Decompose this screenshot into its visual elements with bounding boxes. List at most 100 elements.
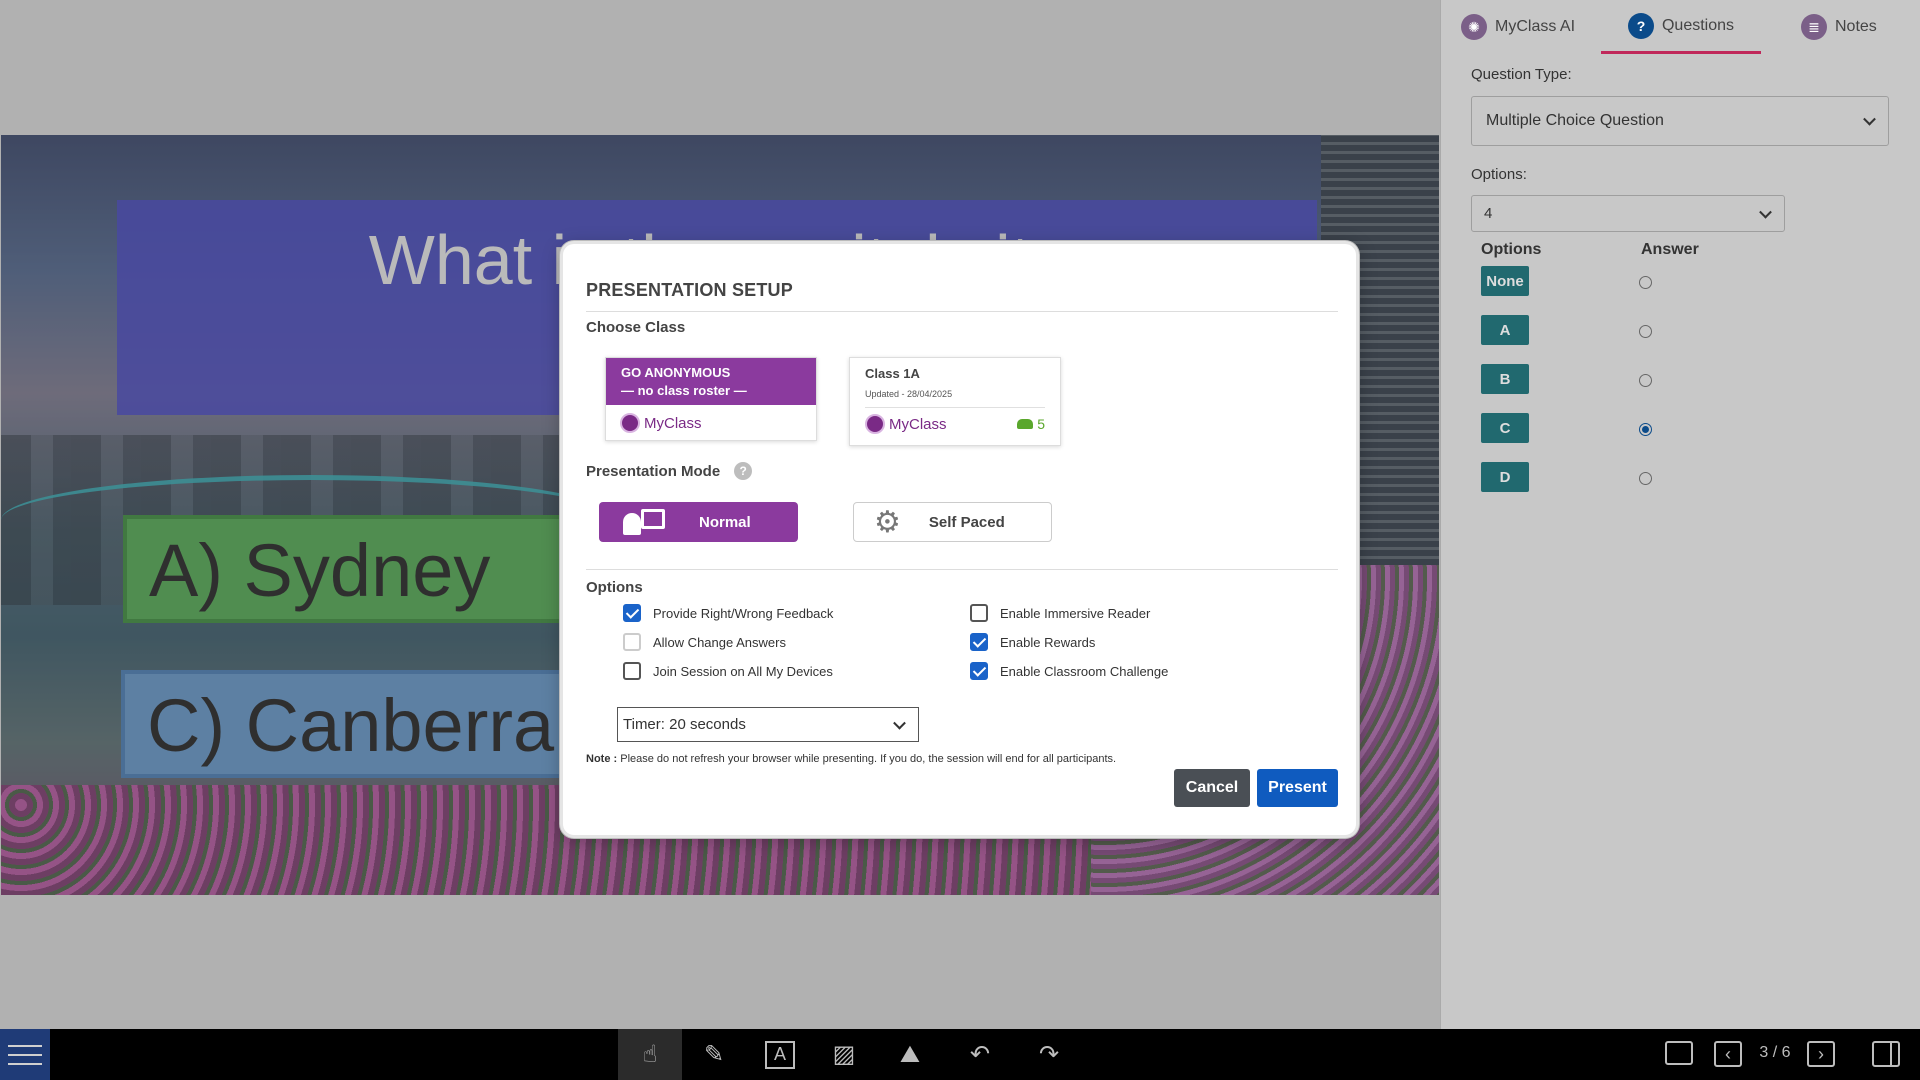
page-indicator: 3 / 6 xyxy=(1759,1044,1791,1061)
chevron-down-icon xyxy=(893,716,906,730)
option-chip-none[interactable]: None xyxy=(1481,266,1529,296)
options-count-label: Options: xyxy=(1471,166,1527,183)
question-type-value: Multiple Choice Question xyxy=(1486,112,1664,129)
options-count-select[interactable]: 4 xyxy=(1471,195,1785,232)
option-join-all-devices[interactable]: Join Session on All My Devices xyxy=(623,662,833,680)
bottom-toolbar: ☝ ✎ A ▨ ⛰ ↶ ↷ ‹ 3 / 6 › xyxy=(0,1029,1920,1080)
class-card-anonymous[interactable]: GO ANONYMOUS — no class roster — MyClass xyxy=(605,357,817,441)
checkbox[interactable] xyxy=(970,604,988,622)
select-tool-button[interactable]: ☝ xyxy=(618,1029,682,1080)
presenter-screen xyxy=(641,509,665,529)
undo-button[interactable]: ↶ xyxy=(948,1029,1012,1080)
answer-column-header: Answer xyxy=(1641,241,1699,258)
checkbox[interactable] xyxy=(970,633,988,651)
option-right-wrong-feedback[interactable]: Provide Right/Wrong Feedback xyxy=(623,604,833,622)
class-card-class-1a[interactable]: Class 1A Updated - 28/04/2025 MyClass 5 xyxy=(849,357,1061,446)
timer-value: Timer: 20 seconds xyxy=(623,716,746,733)
dialog-title: PRESENTATION SETUP xyxy=(586,280,793,300)
mode-normal-button[interactable]: Normal xyxy=(599,502,798,542)
redo-button[interactable]: ↷ xyxy=(1017,1029,1081,1080)
anonymous-subtitle: — no class roster — xyxy=(621,383,747,398)
tab-label: MyClass AI xyxy=(1495,18,1576,35)
pointer-icon: ☝ xyxy=(642,1041,658,1068)
presenter-icon xyxy=(623,507,665,537)
class-name: Class 1A xyxy=(865,366,920,381)
tab-notes[interactable]: ≣ Notes xyxy=(1801,0,1911,54)
tab-label: Notes xyxy=(1835,18,1877,35)
mode-self-paced-label: Self Paced xyxy=(928,513,1005,531)
options-heading: Options xyxy=(586,579,643,596)
option-chip-a[interactable]: A xyxy=(1481,315,1529,345)
background-tool-button[interactable]: ⛰ xyxy=(878,1029,942,1080)
undo-icon: ↶ xyxy=(969,1041,991,1068)
checkbox[interactable] xyxy=(970,662,988,680)
chevron-down-icon xyxy=(1863,112,1876,126)
panel-toggle-icon[interactable] xyxy=(1872,1041,1900,1067)
myclass-logo-icon xyxy=(620,413,640,433)
answer-radio-b[interactable] xyxy=(1639,374,1652,387)
image-tool-button[interactable]: ▨ xyxy=(812,1029,876,1080)
brand-name: MyClass xyxy=(889,415,947,433)
note-label: Note : xyxy=(586,753,618,765)
option-classroom-challenge[interactable]: Enable Classroom Challenge xyxy=(970,662,1168,680)
option-chip-d[interactable]: D xyxy=(1481,462,1529,492)
options-column-header: Options xyxy=(1481,241,1542,258)
tab-questions[interactable]: ? Questions xyxy=(1601,0,1761,54)
people-icon xyxy=(1017,419,1034,429)
panel-tabs: ✺ MyClass AI ? Questions ≣ Notes xyxy=(1441,0,1920,54)
next-slide-button[interactable]: › xyxy=(1807,1041,1835,1067)
pen-tool-button[interactable]: ✎ xyxy=(682,1029,746,1080)
answer-radio-d[interactable] xyxy=(1639,472,1652,485)
menu-button[interactable] xyxy=(0,1029,50,1080)
checkbox[interactable] xyxy=(623,662,641,680)
answer-radio-c[interactable] xyxy=(1639,423,1652,436)
option-label: Enable Classroom Challenge xyxy=(1000,663,1169,679)
answer-radio-a[interactable] xyxy=(1639,325,1652,338)
checkbox[interactable] xyxy=(623,604,641,622)
slides-overview-icon[interactable] xyxy=(1665,1041,1693,1065)
question-type-label: Question Type: xyxy=(1471,66,1572,83)
option-label: Provide Right/Wrong Feedback xyxy=(653,605,834,621)
checkbox[interactable] xyxy=(623,633,641,651)
option-chip-b[interactable]: B xyxy=(1481,364,1529,394)
present-button[interactable]: Present xyxy=(1257,769,1338,807)
help-icon[interactable]: ? xyxy=(734,462,753,480)
option-allow-change-answers[interactable]: Allow Change Answers xyxy=(623,633,786,651)
option-chip-c[interactable]: C xyxy=(1481,413,1529,443)
chevron-right-icon: › xyxy=(1818,1043,1824,1064)
divider xyxy=(586,569,1338,570)
notes-icon: ≣ xyxy=(1801,14,1827,40)
myclass-ai-icon: ✺ xyxy=(1461,14,1487,40)
option-enable-rewards[interactable]: Enable Rewards xyxy=(970,633,1095,651)
text-icon: A xyxy=(765,1040,795,1069)
member-count: 5 xyxy=(1017,416,1045,432)
mode-normal-label: Normal xyxy=(699,513,751,531)
brand-row: MyClass 5 xyxy=(865,414,1045,434)
presentation-mode-label: Presentation Mode xyxy=(586,462,721,480)
cancel-button[interactable]: Cancel xyxy=(1174,769,1250,807)
timer-select[interactable]: Timer: 20 seconds xyxy=(617,707,919,742)
tab-myclass-ai[interactable]: ✺ MyClass AI xyxy=(1461,0,1601,54)
member-count-value: 5 xyxy=(1037,416,1045,432)
presenter-person xyxy=(623,513,641,535)
chevron-down-icon xyxy=(1759,205,1772,219)
choose-class-heading: Choose Class xyxy=(586,319,686,336)
question-type-select[interactable]: Multiple Choice Question xyxy=(1471,96,1889,146)
option-label: Enable Immersive Reader xyxy=(1000,605,1151,621)
option-label: Join Session on All My Devices xyxy=(653,663,833,679)
presentation-setup-dialog: PRESENTATION SETUP Choose Class GO ANONY… xyxy=(560,241,1359,838)
hamburger-line xyxy=(8,1044,42,1047)
brand-name: MyClass xyxy=(644,414,702,432)
option-immersive-reader[interactable]: Enable Immersive Reader xyxy=(970,604,1150,622)
session-note: Note : Please do not refresh your browse… xyxy=(586,753,1116,765)
option-label: Enable Rewards xyxy=(1000,634,1096,650)
brand-row: MyClass xyxy=(606,405,816,441)
mode-self-paced-button[interactable]: ⚙ Self Paced xyxy=(853,502,1052,542)
option-label: Allow Change Answers xyxy=(653,634,786,650)
answer-radio-none[interactable] xyxy=(1639,276,1652,289)
question-side-panel: ✺ MyClass AI ? Questions ≣ Notes Questio… xyxy=(1440,0,1920,1029)
image-icon: ▨ xyxy=(832,1041,856,1068)
text-tool-button[interactable]: A xyxy=(748,1029,812,1080)
previous-slide-button[interactable]: ‹ xyxy=(1714,1041,1742,1067)
chevron-left-icon: ‹ xyxy=(1725,1043,1731,1064)
